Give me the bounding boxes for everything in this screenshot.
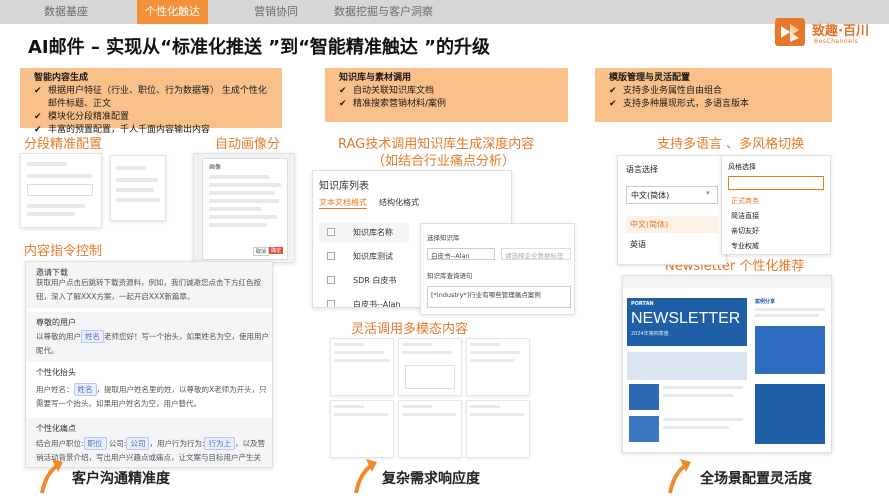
tab-data-insight[interactable]: 数据挖掘与客户洞察 bbox=[334, 0, 433, 24]
instruction-head-pain: 个性化痛点 bbox=[36, 424, 76, 433]
top-nav: 数据基座 个性化触达 营销协同 数据挖掘与客户洞察 bbox=[0, 0, 889, 24]
kb-query-panel: 选择知识库 白皮书--Alan 请选择企业数据标签 知识库查询语句 [*indu… bbox=[420, 223, 575, 315]
brand-name: 致趣·百川 bbox=[812, 24, 869, 39]
style-option[interactable]: 正式商务 bbox=[728, 194, 824, 208]
instruction-body-greeting: 以尊敬的用户 姓名 老师您好！写一个抬头，如果姓名为空，使用用户昵代。 bbox=[36, 330, 269, 355]
instruction-panel: 邀请下载 获取用户点击后跳转下载资源料，例如，我们诚邀您点击下方红色按钮，深入了… bbox=[25, 261, 273, 468]
portrait-modal-title: 画像 bbox=[209, 164, 222, 171]
check-icon: ✔ bbox=[339, 99, 347, 109]
check-icon: ✔ bbox=[339, 86, 347, 96]
arrow-up-icon bbox=[354, 459, 377, 494]
module-card[interactable] bbox=[466, 338, 530, 396]
newsletter-preview: PORTAN NEWSLETTER 2024年第四季度 案例分享 bbox=[622, 275, 832, 453]
kb-query-input[interactable]: [*industry*]行业有哪些管理痛点案例 bbox=[427, 286, 571, 308]
arrow-up-icon bbox=[668, 459, 691, 494]
brand-sub: BesChannels bbox=[814, 38, 859, 45]
check-icon: ✔ bbox=[34, 86, 42, 96]
style-select[interactable] bbox=[728, 176, 824, 190]
feature-heading: 智能内容生成 bbox=[34, 73, 89, 83]
kb-select[interactable]: 白皮书--Alan bbox=[427, 248, 495, 260]
module-card[interactable] bbox=[398, 400, 462, 458]
style-option[interactable]: 简洁直接 bbox=[728, 209, 824, 223]
newsletter-header: PORTAN NEWSLETTER 2024年第四季度 bbox=[627, 298, 747, 346]
tab-marketing-collab[interactable]: 营销协同 bbox=[254, 0, 298, 24]
style-label: 风格选择 bbox=[728, 163, 756, 171]
page-title: AI邮件 – 实现从“标准化推送 ”到“智能精准触达 ”的升级 bbox=[28, 37, 491, 58]
style-selector: 风格选择 正式商务 简洁直接 亲切友好 专业权威 bbox=[721, 155, 831, 255]
newsletter-brand: PORTAN bbox=[631, 301, 654, 307]
feature-item: ✔ 支持多种展现形式，多语言版本 bbox=[609, 99, 750, 109]
modal-ok-button[interactable]: 确定 bbox=[269, 247, 284, 254]
label-auto-portrait: 自动画像分 bbox=[215, 137, 281, 152]
feature-heading: 知识库与素材调用 bbox=[339, 73, 412, 83]
multimodal-grid bbox=[330, 338, 530, 460]
language-selector: 语言选择 中文(简体) ▾ 中文(简体) 英语 bbox=[617, 155, 727, 265]
tab-personalized-reach[interactable]: 个性化触达 bbox=[137, 0, 208, 24]
module-card[interactable] bbox=[398, 338, 462, 396]
outcome-precision: 客户沟通精准度 bbox=[72, 471, 170, 487]
outcome-flexibility: 全场景配置灵活度 bbox=[700, 471, 812, 487]
feature-item: ✔ 根据用户特征（行业、职位、行为数据等） 生成个性化邮件标题、正文 bbox=[34, 86, 267, 109]
instruction-head-greeting: 尊敬的用户 bbox=[36, 318, 76, 327]
arrow-up-icon bbox=[40, 459, 63, 494]
newsletter-heading: NEWSLETTER bbox=[631, 310, 741, 327]
variable-tag[interactable]: 姓名 bbox=[81, 330, 104, 343]
variable-tag[interactable]: 行为上 bbox=[204, 437, 235, 450]
label-multilang: 支持多语言 、多风格切换 bbox=[657, 137, 805, 152]
language-option[interactable]: 英语 bbox=[626, 236, 718, 253]
language-option[interactable]: 中文(简体) bbox=[626, 216, 718, 233]
instruction-head-title: 个性化抬头 bbox=[36, 368, 76, 377]
feature-box-content-gen: 智能内容生成 ✔ 根据用户特征（行业、职位、行为数据等） 生成个性化邮件标题、正文… bbox=[20, 68, 282, 135]
portrait-modal: 画像 取消 确定 bbox=[193, 153, 295, 263]
module-card[interactable] bbox=[330, 338, 394, 396]
label-instruction: 内容指令控制 bbox=[24, 244, 103, 259]
module-card[interactable] bbox=[330, 400, 394, 458]
modal-cancel-button[interactable]: 取消 bbox=[253, 247, 270, 256]
kb-title: 知识库列表 bbox=[319, 181, 369, 192]
kb-row[interactable]: 知识库测试 bbox=[319, 247, 409, 267]
kb-row[interactable]: 知识库名称 bbox=[319, 223, 409, 243]
kb-select-label: 选择知识库 bbox=[427, 234, 460, 242]
tab-data-foundation[interactable]: 数据基座 bbox=[44, 0, 88, 24]
kb-row[interactable]: SDR 白皮书 bbox=[319, 271, 409, 291]
style-option[interactable]: 亲切友好 bbox=[728, 224, 824, 238]
feature-heading: 模版管理与灵活配置 bbox=[609, 73, 691, 83]
feature-box-knowledge: 知识库与素材调用 ✔ 自动关联知识库文档 ✔ 精准搜索营销材料/案例 bbox=[325, 68, 568, 122]
variable-tag[interactable]: 姓名 bbox=[73, 383, 97, 396]
newsletter-sub: 2024年第四季度 bbox=[631, 331, 669, 337]
check-icon: ✔ bbox=[609, 99, 617, 109]
variable-tag[interactable]: 公司 bbox=[126, 437, 150, 450]
segment-preview-card bbox=[110, 155, 166, 221]
label-multimodal: 灵活调用多模态内容 bbox=[351, 322, 469, 337]
feature-item: ✔ 自动关联知识库文档 bbox=[339, 86, 435, 96]
chevron-down-icon: ▾ bbox=[706, 189, 710, 197]
newsletter-side-title: 案例分享 bbox=[755, 299, 776, 305]
language-label: 语言选择 bbox=[626, 165, 658, 174]
feature-box-template: 模版管理与灵活配置 ✔ 支持多业务属性自由组合 ✔ 支持多种展现形式，多语言版本 bbox=[595, 68, 832, 122]
module-card[interactable] bbox=[466, 400, 530, 458]
kb-query-label: 知识库查询语句 bbox=[427, 272, 473, 280]
tab-text-doc[interactable]: 文本文档格式 bbox=[319, 197, 367, 209]
language-select[interactable]: 中文(简体) bbox=[626, 186, 718, 204]
check-icon: ✔ bbox=[609, 86, 617, 96]
variable-tag[interactable]: 职位 bbox=[83, 437, 107, 450]
feature-item: ✔ 精准搜索营销材料/案例 bbox=[339, 99, 447, 109]
label-rag-sub: （如结合行业痛点分析） bbox=[372, 154, 516, 169]
instruction-body-title: 用户姓名： 姓名 ，提取用户姓名里的姓，以尊敬的X老师为开头，只需要写一个抬头。如果… bbox=[36, 383, 267, 408]
segment-config-card bbox=[20, 153, 102, 228]
instruction-body-download: 获取用户点击后跳转下载资源料，例如，我们诚邀您点击下方红色按钮，深入了解XXX方… bbox=[36, 278, 261, 301]
kb-tag-hint[interactable]: 请选择企业数据标签 bbox=[501, 248, 571, 260]
feature-item: ✔ 支持多业务属性自由组合 bbox=[609, 86, 723, 96]
outcome-response: 复杂需求响应度 bbox=[382, 471, 480, 487]
style-option[interactable]: 专业权威 bbox=[728, 239, 824, 253]
feature-item: ✔ 模块化分段精准配置 bbox=[34, 112, 130, 122]
kb-row[interactable]: 白皮书--Alan bbox=[319, 295, 409, 307]
check-icon: ✔ bbox=[34, 112, 42, 122]
brand-logo-icon bbox=[775, 18, 805, 46]
tab-structured[interactable]: 结构化格式 bbox=[379, 197, 419, 208]
instruction-body-pain: 结合用户职位: 职位 公司: 公司 ，用户行为行为: 行为上 ，以及营销活动背景介绍，写出… bbox=[36, 437, 265, 462]
